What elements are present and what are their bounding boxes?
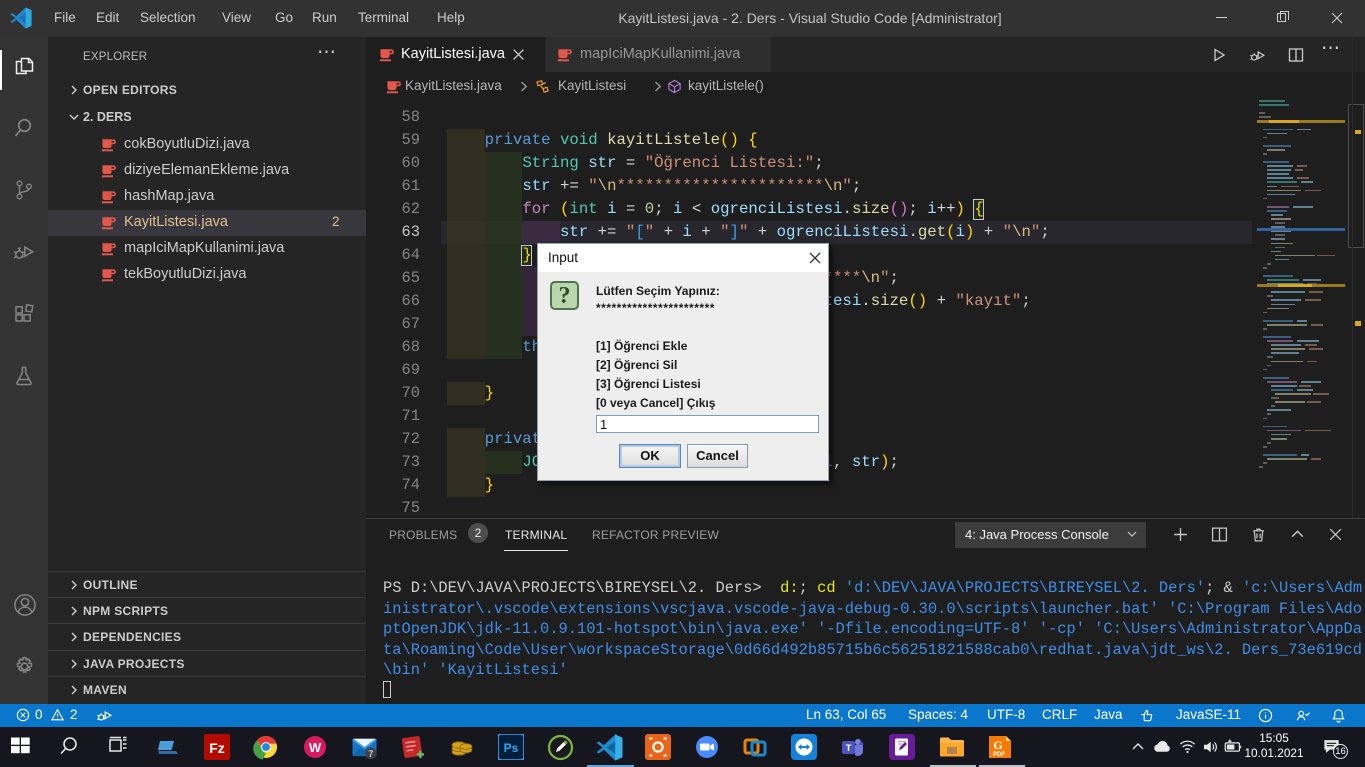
- svg-text:Ps: Ps: [504, 741, 519, 755]
- svg-text:Fz: Fz: [209, 740, 225, 756]
- svg-text:7: 7: [368, 749, 373, 760]
- svg-text:W: W: [309, 740, 322, 755]
- svg-text:T: T: [846, 743, 852, 754]
- svg-text:G: G: [993, 738, 1002, 752]
- svg-text:PDF: PDF: [993, 752, 1005, 758]
